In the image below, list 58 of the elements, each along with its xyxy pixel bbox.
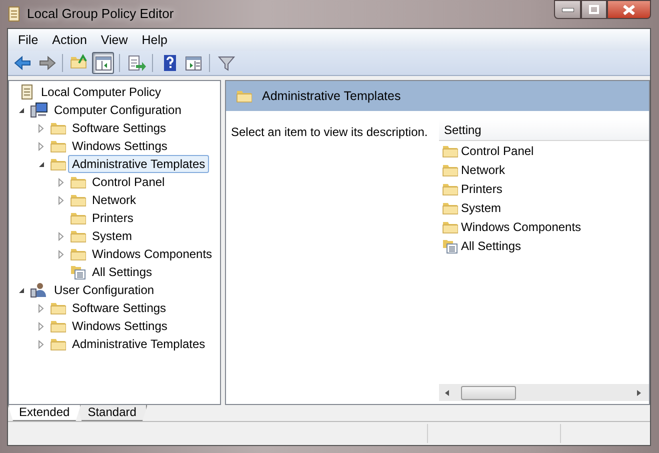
window-title: Local Group Policy Editor (27, 5, 174, 24)
document-icon (19, 84, 35, 100)
close-icon (623, 4, 635, 14)
folder-icon (236, 88, 252, 104)
folder-icon (70, 228, 86, 244)
settings-list-icon (70, 264, 86, 280)
description-text: Select an item to view its description. (230, 124, 429, 141)
maximize-button[interactable] (581, 0, 607, 19)
tree-item[interactable]: All Settings (88, 263, 156, 281)
list-item[interactable]: Control Panel (461, 142, 534, 160)
menu-item[interactable]: Action (45, 30, 94, 50)
horizontal-scrollbar[interactable] (439, 384, 649, 401)
app-icon (7, 6, 21, 22)
header-title: Administrative Templates (262, 88, 401, 105)
tree-item[interactable]: Windows Components (88, 245, 216, 263)
menu-item[interactable]: File (11, 30, 46, 50)
folder-icon (70, 210, 86, 226)
tab[interactable]: Standard (76, 405, 148, 421)
tree-item[interactable]: System (88, 227, 136, 245)
minimize-icon (562, 8, 574, 12)
tree-item[interactable]: Software Settings (68, 119, 170, 137)
tree-item[interactable]: Administrative Templates (68, 335, 210, 353)
folder-icon (70, 246, 86, 262)
tree-item[interactable]: Computer Configuration (50, 101, 186, 119)
folder-icon (50, 156, 66, 172)
scroll-left-icon[interactable] (443, 388, 451, 396)
folder-icon (70, 174, 86, 190)
user-icon (30, 282, 48, 298)
close-button[interactable] (607, 0, 651, 19)
menu-item[interactable]: Help (134, 30, 174, 50)
list-item[interactable]: Windows Components (461, 218, 582, 236)
tree-pane-button[interactable] (92, 52, 114, 74)
tree-item[interactable]: Control Panel (88, 173, 169, 191)
folder-icon (50, 138, 66, 154)
maximize-icon (589, 5, 599, 14)
tree-item[interactable]: Network (88, 191, 140, 209)
minimize-button[interactable] (554, 0, 581, 19)
tree-item[interactable]: Printers (88, 209, 138, 227)
list-item[interactable]: Network (461, 160, 506, 178)
folder-icon (70, 192, 86, 208)
folder-icon (50, 336, 66, 352)
tree-item[interactable]: Administrative Templates (68, 155, 210, 173)
computer-icon (30, 102, 48, 118)
tab[interactable]: Extended (8, 405, 81, 421)
list-item[interactable]: System (461, 198, 502, 216)
list-item[interactable]: All Settings (461, 236, 522, 254)
menu-item[interactable]: View (94, 30, 135, 50)
scroll-right-icon[interactable] (635, 388, 643, 396)
tree-item[interactable]: Software Settings (68, 299, 170, 317)
tree-item[interactable]: User Configuration (50, 281, 158, 299)
tree-item[interactable]: Local Computer Policy (37, 83, 166, 101)
settings-list-icon (442, 238, 458, 254)
folder-icon (50, 318, 66, 334)
tree-item[interactable]: Windows Settings (68, 137, 172, 155)
tree-item[interactable]: Windows Settings (68, 317, 172, 335)
list-item[interactable]: Printers (461, 180, 502, 198)
folder-icon (50, 300, 66, 316)
folder-icon (50, 120, 66, 136)
